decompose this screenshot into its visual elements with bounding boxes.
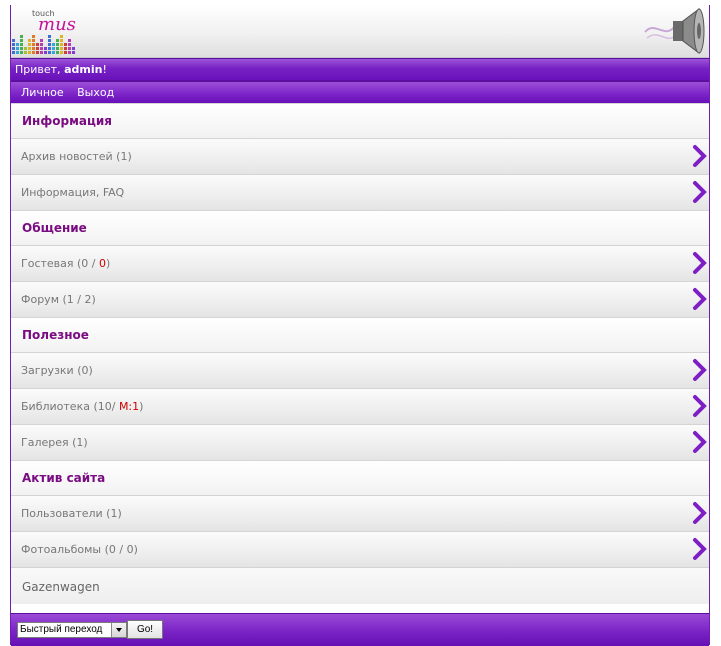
quick-jump-value: Быстрый переход — [20, 624, 103, 635]
menu-item-users[interactable]: Пользователи (1) — [11, 495, 709, 531]
menu-item-label: Архив новостей (1) — [21, 150, 132, 163]
footer-bar: Быстрый переход Go! — [11, 613, 709, 646]
menu-item-label: Библиотека (10/ — [21, 400, 119, 413]
menu-item-photo-albums[interactable]: Фотоальбомы (0 / 0) — [11, 531, 709, 567]
menu-item-label: Форум (1 / 2) — [21, 293, 96, 306]
greeting-prefix: Привет, — [15, 63, 65, 76]
menu-item-new-count: 0 — [99, 257, 106, 270]
menu-item-label-tail: ) — [106, 257, 111, 270]
menu-item-gallery[interactable]: Галерея (1) — [11, 424, 709, 460]
greeting-username[interactable]: admin — [64, 63, 102, 76]
site-logo[interactable]: touch mus — [11, 9, 81, 55]
site-header: touch mus — [11, 5, 709, 58]
section-title-info: Информация — [11, 103, 709, 138]
menu-item-label: Информация, FAQ — [21, 186, 125, 199]
chevron-right-icon — [693, 538, 707, 560]
nav-link-logout[interactable]: Выход — [77, 86, 114, 99]
section-title-useful: Полезное — [11, 317, 709, 352]
menu-item-label: Галерея (1) — [21, 436, 88, 449]
chevron-right-icon — [693, 252, 707, 274]
user-nav: Личное Выход — [11, 80, 709, 103]
chevron-right-icon — [693, 431, 707, 453]
chevron-right-icon — [693, 395, 707, 417]
section-title-communication: Общение — [11, 210, 709, 245]
menu-item-library[interactable]: Библиотека (10/ М:1) — [11, 388, 709, 424]
menu-item-label: Гостевая (0 / — [21, 257, 99, 270]
menu-item-label: Загрузки (0) — [21, 364, 93, 377]
go-button[interactable]: Go! — [127, 620, 163, 639]
menu-item-guestbook[interactable]: Гостевая (0 / 0) — [11, 245, 709, 281]
online-user[interactable]: Gazenwagen — [11, 567, 709, 604]
menu-item-label: Пользователи (1) — [21, 507, 122, 520]
dropdown-arrow-icon[interactable] — [111, 623, 126, 637]
page-frame: touch mus Привет, admin! Личное Выход Ин… — [10, 5, 710, 646]
nav-link-personal[interactable]: Личное — [21, 86, 64, 99]
menu-item-label-tail: ) — [139, 400, 144, 413]
menu-item-forum[interactable]: Форум (1 / 2) — [11, 281, 709, 317]
chevron-right-icon — [693, 359, 707, 381]
chevron-right-icon — [693, 288, 707, 310]
menu-item-faq[interactable]: Информация, FAQ — [11, 174, 709, 210]
chevron-right-icon — [693, 181, 707, 203]
menu-item-downloads[interactable]: Загрузки (0) — [11, 352, 709, 388]
section-title-site-activity: Актив сайта — [11, 460, 709, 495]
equalizer-icon — [12, 35, 75, 54]
quick-jump-select[interactable]: Быстрый переход — [17, 622, 127, 638]
speaker-icon — [644, 8, 705, 54]
greeting-bar: Привет, admin! — [11, 58, 709, 80]
menu-item-label: Фотоальбомы (0 / 0) — [21, 543, 138, 556]
chevron-right-icon — [693, 502, 707, 524]
chevron-right-icon — [693, 145, 707, 167]
greeting-suffix: ! — [102, 63, 107, 76]
menu-item-new-count: М:1 — [118, 400, 140, 413]
menu-item-news-archive[interactable]: Архив новостей (1) — [11, 138, 709, 174]
